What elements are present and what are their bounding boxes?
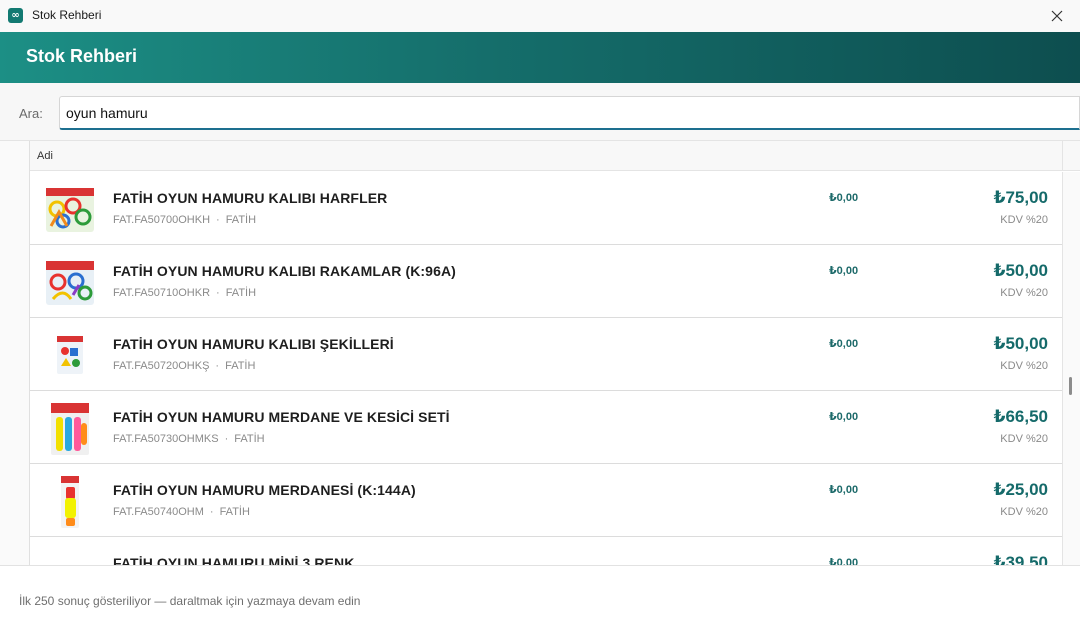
vat-rate: KDV %20 bbox=[1000, 433, 1048, 445]
list-item[interactable]: FATİH OYUN HAMURU KALIBI HARFLER FAT.FA50… bbox=[30, 172, 1062, 245]
search-label: Ara: bbox=[19, 106, 43, 121]
sale-price: ₺39,50 bbox=[993, 553, 1048, 565]
sale-price: ₺50,00 bbox=[993, 261, 1048, 280]
list-item[interactable]: FATİH OYUN HAMURU MERDANE VE KESİCİ SETİ… bbox=[30, 391, 1062, 464]
product-name: FATİH OYUN HAMURU MİNİ 3 RENK bbox=[113, 555, 355, 565]
status-footer: İlk 250 sonuç gösteriliyor — daraltmak i… bbox=[0, 565, 1080, 627]
column-header-adi[interactable]: Adi bbox=[30, 141, 1062, 171]
search-input[interactable] bbox=[59, 96, 1080, 130]
results-list: FATİH OYUN HAMURU KALIBI HARFLER FAT.FA50… bbox=[30, 172, 1062, 565]
secondary-price: ₺0,00 bbox=[829, 484, 859, 496]
window-title: Stok Rehberi bbox=[32, 8, 102, 22]
secondary-price: ₺0,00 bbox=[829, 338, 859, 350]
product-name: FATİH OYUN HAMURU KALIBI RAKAMLAR (K:96A… bbox=[113, 263, 456, 279]
product-code: FAT.FA50710OHKR bbox=[113, 287, 211, 299]
product-thumbnail bbox=[61, 476, 79, 528]
product-brand: FATİH bbox=[219, 506, 250, 518]
row-header-gutter bbox=[0, 141, 30, 565]
list-item[interactable]: FATİH OYUN HAMURU KALIBI RAKAMLAR (K:96A… bbox=[30, 245, 1062, 318]
vat-rate: KDV %20 bbox=[1000, 360, 1048, 372]
product-thumbnail bbox=[51, 403, 89, 455]
product-code: FAT.FA50720OHKŞ bbox=[113, 360, 210, 372]
results-grid: Adi FATİH OYUN HAMURU KALIBI HARFLER FAT.… bbox=[0, 140, 1080, 565]
product-brand: FATİH bbox=[234, 433, 265, 445]
list-item[interactable]: FATİH OYUN HAMURU MERDANESİ (K:144A) FAT.… bbox=[30, 464, 1062, 537]
meta-separator: · bbox=[215, 360, 220, 372]
product-brand: FATİH bbox=[225, 287, 257, 299]
app-infinity-icon: ∞ bbox=[8, 8, 23, 23]
vertical-scrollbar[interactable] bbox=[1062, 172, 1080, 565]
product-thumbnail bbox=[43, 547, 97, 565]
product-code: FAT.FA50700OHKH bbox=[113, 214, 211, 226]
product-meta: FAT.FA50730OHMKS · FATİH bbox=[113, 433, 265, 445]
list-item[interactable]: FATİH OYUN HAMURU MİNİ 3 RENK ₺0,00 ₺39,50 bbox=[30, 537, 1062, 565]
vat-rate: KDV %20 bbox=[1000, 506, 1048, 518]
secondary-price: ₺0,00 bbox=[829, 411, 859, 423]
column-header-filler bbox=[1062, 141, 1080, 171]
product-name: FATİH OYUN HAMURU KALIBI ŞEKİLLERİ bbox=[113, 336, 394, 352]
search-row: Ara: bbox=[0, 83, 1080, 140]
sale-price: ₺50,00 bbox=[993, 334, 1048, 353]
vat-rate: KDV %20 bbox=[1000, 287, 1048, 299]
product-name: FATİH OYUN HAMURU MERDANE VE KESİCİ SETİ bbox=[113, 409, 450, 425]
app-header: Stok Rehberi bbox=[0, 32, 1080, 83]
footer-status-text: İlk 250 sonuç gösteriliyor — daraltmak i… bbox=[19, 594, 361, 608]
header-title: Stok Rehberi bbox=[26, 46, 138, 66]
product-thumbnail bbox=[46, 261, 94, 305]
meta-separator: · bbox=[209, 506, 214, 518]
product-meta: FAT.FA50710OHKR · FATİH bbox=[113, 287, 256, 299]
vat-rate: KDV %20 bbox=[1000, 214, 1048, 226]
title-bar: ∞ Stok Rehberi bbox=[0, 0, 1080, 32]
product-thumbnail bbox=[46, 188, 94, 232]
secondary-price: ₺0,00 bbox=[829, 192, 859, 204]
meta-separator: · bbox=[216, 287, 220, 299]
product-brand: FATİH bbox=[225, 214, 257, 226]
list-item[interactable]: FATİH OYUN HAMURU KALIBI ŞEKİLLERİ FAT.FA… bbox=[30, 318, 1062, 391]
scrollbar-thumb[interactable] bbox=[1069, 377, 1072, 395]
product-meta: FAT.FA50700OHKH · FATİH bbox=[113, 214, 256, 226]
product-thumbnail bbox=[57, 336, 83, 374]
close-icon bbox=[1051, 10, 1063, 21]
column-header-label: Adi bbox=[37, 150, 53, 162]
product-name: FATİH OYUN HAMURU MERDANESİ (K:144A) bbox=[113, 482, 416, 498]
sale-price: ₺66,50 bbox=[993, 407, 1048, 426]
secondary-price: ₺0,00 bbox=[829, 265, 859, 277]
product-code: FAT.FA50740OHM bbox=[113, 506, 204, 518]
product-brand: FATİH bbox=[225, 360, 256, 372]
product-meta: FAT.FA50740OHM · FATİH bbox=[113, 506, 250, 518]
product-name: FATİH OYUN HAMURU KALIBI HARFLER bbox=[113, 190, 388, 206]
product-code: FAT.FA50730OHMKS bbox=[113, 433, 219, 445]
secondary-price: ₺0,00 bbox=[829, 557, 859, 565]
sale-price: ₺25,00 bbox=[993, 480, 1048, 499]
meta-separator: · bbox=[216, 214, 220, 226]
product-meta: FAT.FA50720OHKŞ · FATİH bbox=[113, 360, 255, 372]
close-button[interactable] bbox=[1034, 0, 1080, 31]
meta-separator: · bbox=[224, 433, 229, 445]
sale-price: ₺75,00 bbox=[993, 188, 1048, 207]
